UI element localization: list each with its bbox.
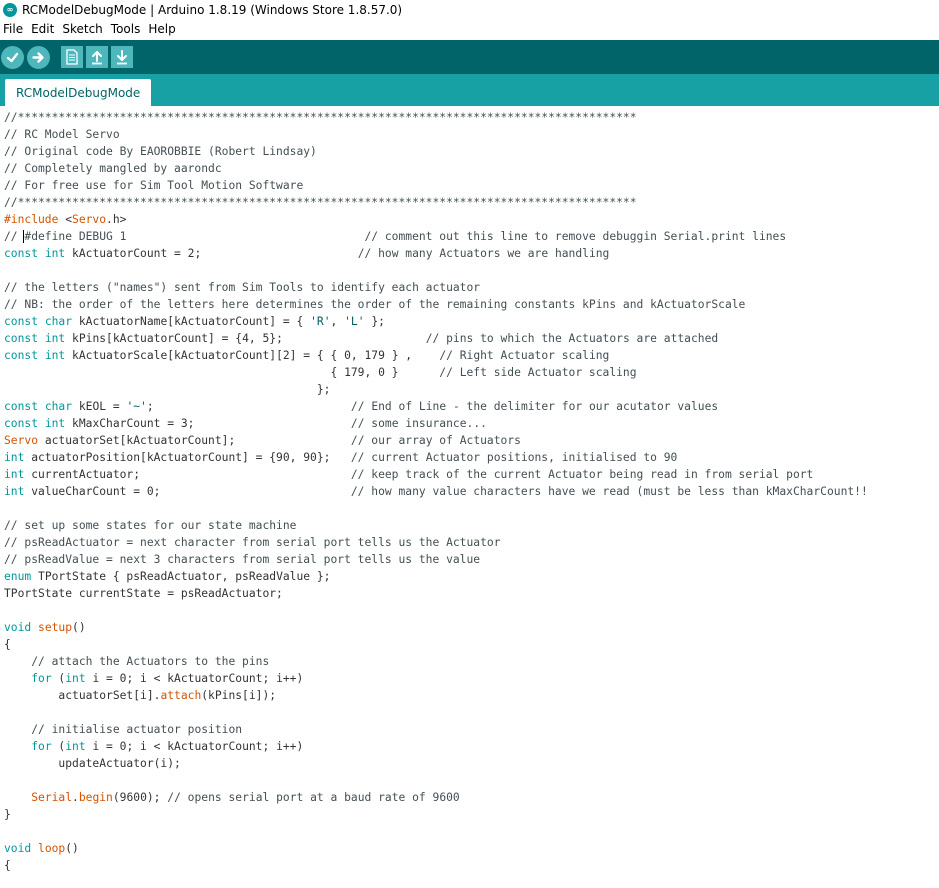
new-button[interactable]	[61, 46, 83, 68]
title-bar: ∞ RCModelDebugMode | Arduino 1.8.19 (Win…	[0, 0, 939, 19]
arrow-up-icon	[92, 51, 102, 65]
arduino-infinity-icon: ∞	[3, 2, 17, 17]
window-title: RCModelDebugMode | Arduino 1.8.19 (Windo…	[22, 2, 403, 17]
save-button[interactable]	[111, 46, 133, 68]
arrow-right-icon	[32, 51, 44, 63]
tab-rcmodeldebugmode[interactable]: RCModelDebugMode	[5, 79, 152, 106]
menu-edit[interactable]: Edit	[31, 22, 54, 36]
toolbar	[0, 40, 939, 74]
menu-bar: File Edit Sketch Tools Help	[0, 19, 939, 39]
menu-tools[interactable]: Tools	[111, 22, 141, 36]
code-text[interactable]: //**************************************…	[0, 106, 939, 874]
arrow-down-icon	[117, 50, 127, 65]
verify-button[interactable]	[1, 45, 24, 69]
upload-button[interactable]	[27, 45, 50, 69]
open-button[interactable]	[86, 46, 108, 68]
menu-file[interactable]: File	[3, 22, 23, 36]
document-icon	[66, 49, 78, 65]
menu-sketch[interactable]: Sketch	[62, 22, 102, 36]
check-icon	[6, 52, 19, 62]
menu-help[interactable]: Help	[148, 22, 175, 36]
code-editor[interactable]: //**************************************…	[0, 106, 939, 888]
tab-strip: RCModelDebugMode	[0, 74, 939, 106]
